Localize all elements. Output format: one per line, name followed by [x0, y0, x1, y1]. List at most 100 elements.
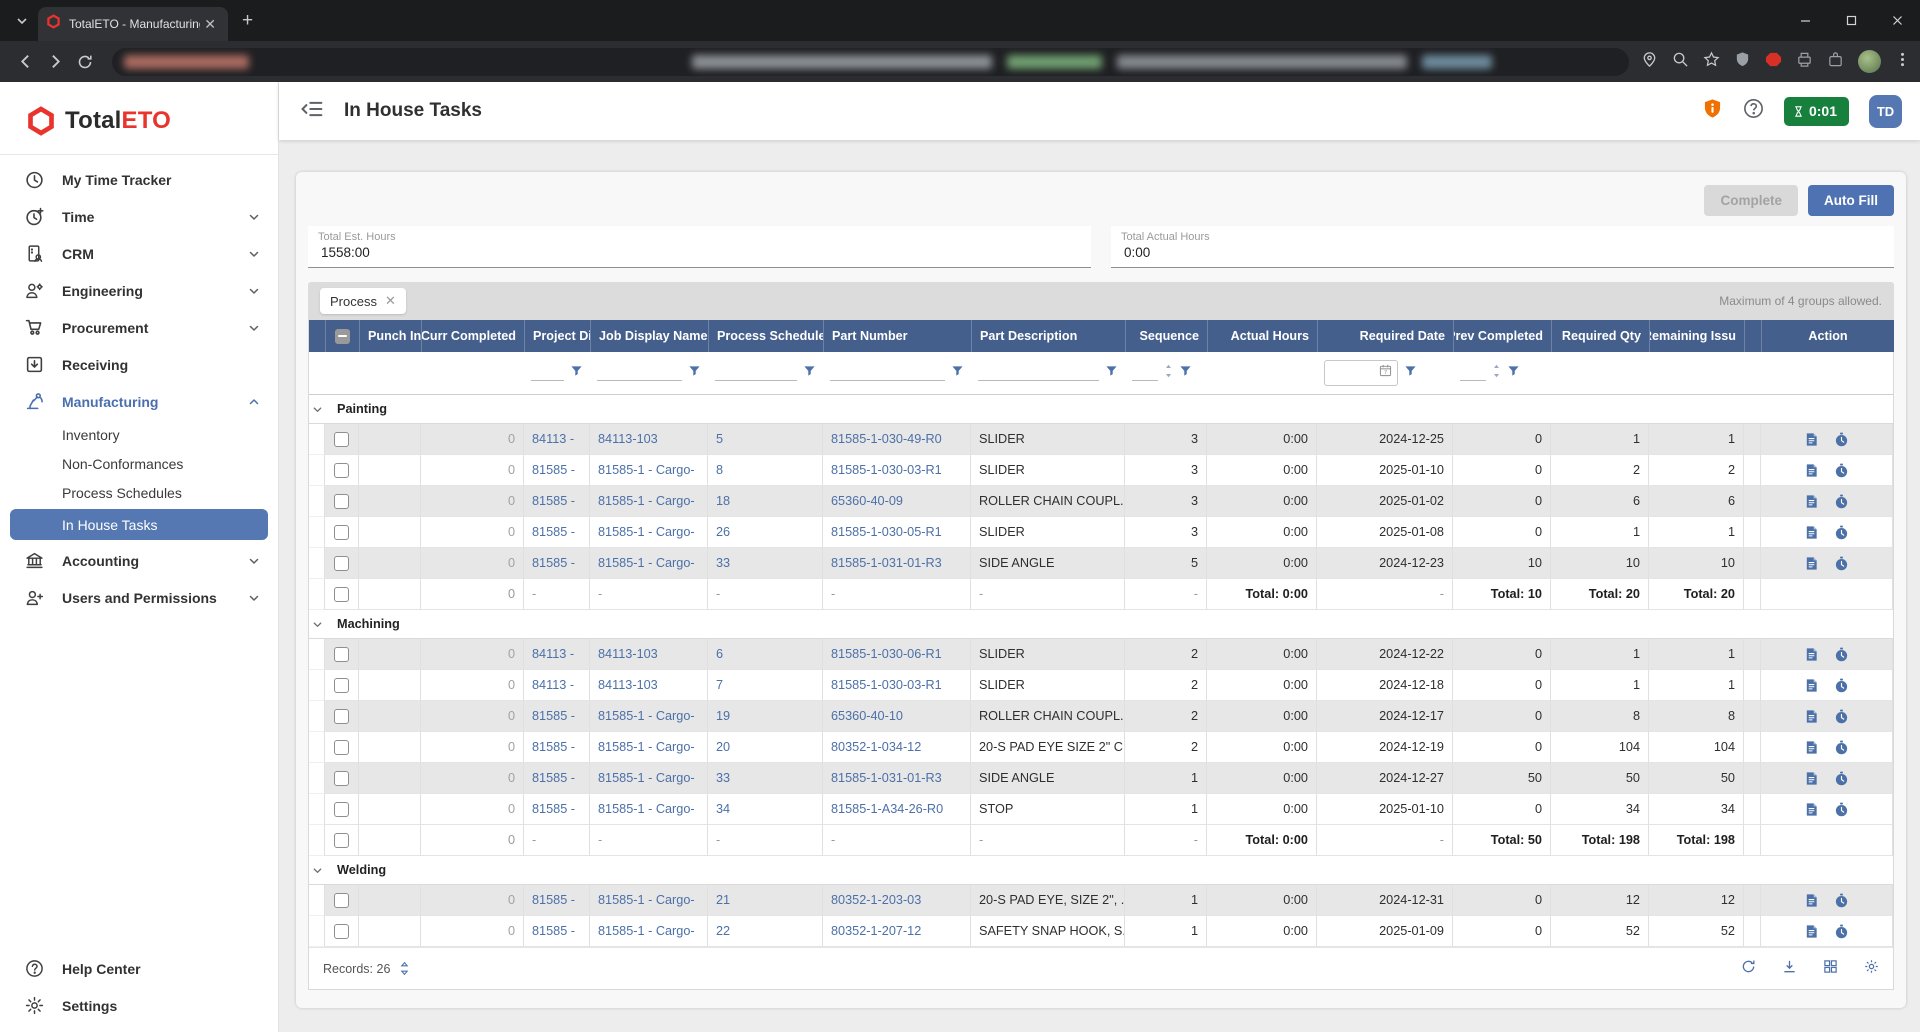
row-checkbox[interactable]: [334, 556, 349, 571]
cell-value[interactable]: 22: [716, 924, 730, 938]
filter-cell-sequence[interactable]: [1125, 352, 1207, 394]
cell-value[interactable]: 33: [716, 771, 730, 785]
group-header-machining[interactable]: Machining: [309, 610, 1893, 639]
collapse-group-icon[interactable]: [309, 404, 325, 415]
filter-cell-part_description[interactable]: [971, 352, 1125, 394]
row-checkbox[interactable]: [334, 893, 349, 908]
window-maximize-icon[interactable]: [1828, 0, 1874, 41]
sidebar-item-inventory[interactable]: Inventory: [0, 420, 278, 449]
records-page-size-control[interactable]: [400, 961, 409, 976]
row-checkbox[interactable]: [334, 463, 349, 478]
cell-value[interactable]: 81585-1 - Cargo-: [598, 556, 695, 570]
punch-clock-icon[interactable]: [1834, 771, 1849, 786]
group-header-welding[interactable]: Welding: [309, 856, 1893, 885]
sidebar-item-my-time-tracker[interactable]: My Time Tracker: [0, 161, 278, 198]
cell-value[interactable]: 19: [716, 709, 730, 723]
column-header-sequence[interactable]: Sequence: [1126, 320, 1208, 352]
alert-shield-icon[interactable]: [1702, 98, 1723, 124]
user-avatar[interactable]: TD: [1869, 95, 1902, 128]
task-report-icon[interactable]: [1804, 924, 1819, 939]
total-est-hours-field[interactable]: Total Est. Hours 1558:00: [308, 226, 1091, 268]
auto-fill-button[interactable]: Auto Fill: [1808, 185, 1894, 216]
select-all-checkbox[interactable]: [335, 329, 350, 344]
cell-value[interactable]: 81585-1 - Cargo-: [598, 740, 695, 754]
cell-value[interactable]: 81585 -: [532, 771, 575, 785]
total-actual-hours-field[interactable]: Total Actual Hours 0:00: [1111, 226, 1894, 268]
remove-group-icon[interactable]: ✕: [385, 293, 396, 309]
column-header-schedule[interactable]: Process Schedule: [709, 320, 824, 352]
filter-funnel-icon[interactable]: [688, 364, 701, 382]
zoom-icon[interactable]: [1672, 51, 1689, 73]
punch-clock-icon[interactable]: [1834, 556, 1849, 571]
column-header-remaining_issue[interactable]: Remaining Issu: [1650, 320, 1745, 352]
browser-menu-icon[interactable]: [1895, 52, 1910, 72]
cell-value[interactable]: 81585-1 - Cargo-: [598, 525, 695, 539]
cell-value[interactable]: 81585-1 - Cargo-: [598, 893, 695, 907]
column-header-checkbox[interactable]: [326, 320, 360, 352]
column-header-project[interactable]: Project Di: [525, 320, 591, 352]
filter-input[interactable]: [830, 365, 945, 381]
cell-value[interactable]: 84113-103: [598, 678, 658, 692]
cell-value[interactable]: 81585-1-030-06-R1: [831, 647, 942, 661]
cell-value[interactable]: 81585-1 - Cargo-: [598, 771, 695, 785]
sidebar-item-process-schedules[interactable]: Process Schedules: [0, 478, 278, 507]
extension-icon[interactable]: [1827, 51, 1844, 73]
filter-input[interactable]: [715, 365, 797, 381]
column-header-actual_hours[interactable]: Actual Hours: [1208, 320, 1318, 352]
filter-funnel-icon[interactable]: [1507, 364, 1520, 382]
time-tracker-button[interactable]: 0:01: [1784, 97, 1849, 126]
task-report-icon[interactable]: [1804, 463, 1819, 478]
row-checkbox[interactable]: [334, 525, 349, 540]
download-icon[interactable]: [1782, 959, 1797, 979]
date-filter-input[interactable]: 7: [1324, 360, 1398, 386]
row-checkbox[interactable]: [334, 587, 349, 602]
cell-value[interactable]: 81585-1 - Cargo-: [598, 709, 695, 723]
filter-funnel-icon[interactable]: [570, 364, 583, 382]
row-checkbox[interactable]: [334, 647, 349, 662]
cell-value[interactable]: 84113-103: [598, 647, 658, 661]
cell-value[interactable]: 81585 -: [532, 802, 575, 816]
filter-funnel-icon[interactable]: [803, 364, 816, 382]
filter-funnel-icon[interactable]: [1404, 364, 1417, 382]
sidebar-item-receiving[interactable]: Receiving: [0, 346, 278, 383]
cell-value[interactable]: 81585 -: [532, 709, 575, 723]
sidebar-item-crm[interactable]: CRM: [0, 235, 278, 272]
task-report-icon[interactable]: [1804, 525, 1819, 540]
cell-value[interactable]: 20: [716, 740, 730, 754]
cell-value[interactable]: 81585-1 - Cargo-: [598, 494, 695, 508]
filter-funnel-icon[interactable]: [951, 364, 964, 382]
sidebar-item-procurement[interactable]: Procurement: [0, 309, 278, 346]
cell-value[interactable]: 81585 -: [532, 740, 575, 754]
column-header-prev_completed[interactable]: Prev Completed: [1454, 320, 1552, 352]
collapse-group-icon[interactable]: [309, 619, 325, 630]
row-checkbox[interactable]: [334, 432, 349, 447]
cell-value[interactable]: 81585 -: [532, 494, 575, 508]
filter-funnel-icon[interactable]: [1105, 364, 1118, 382]
task-report-icon[interactable]: [1804, 771, 1819, 786]
task-report-icon[interactable]: [1804, 494, 1819, 509]
cell-value[interactable]: 81585-1-030-03-R1: [831, 463, 942, 477]
url-bar[interactable]: [112, 48, 1629, 76]
task-report-icon[interactable]: [1804, 647, 1819, 662]
refresh-icon[interactable]: [1741, 959, 1756, 979]
new-tab-button[interactable]: +: [242, 10, 253, 32]
reload-icon[interactable]: [70, 47, 100, 77]
row-checkbox[interactable]: [334, 771, 349, 786]
punch-clock-icon[interactable]: [1834, 924, 1849, 939]
cell-value[interactable]: 33: [716, 556, 730, 570]
cell-value[interactable]: 5: [716, 432, 723, 446]
punch-clock-icon[interactable]: [1834, 525, 1849, 540]
filter-cell-job[interactable]: [590, 352, 708, 394]
cell-value[interactable]: 21: [716, 893, 730, 907]
row-checkbox[interactable]: [334, 924, 349, 939]
punch-clock-icon[interactable]: [1834, 463, 1849, 478]
filter-input[interactable]: [1132, 365, 1158, 381]
task-report-icon[interactable]: [1804, 556, 1819, 571]
filter-cell-project[interactable]: [524, 352, 590, 394]
task-report-icon[interactable]: [1804, 802, 1819, 817]
task-report-icon[interactable]: [1804, 709, 1819, 724]
sidebar-item-settings[interactable]: Settings: [0, 987, 278, 1024]
column-header-part_number[interactable]: Part Number: [824, 320, 972, 352]
cell-value[interactable]: 80352-1-207-12: [831, 924, 921, 938]
cell-value[interactable]: 81585-1-030-03-R1: [831, 678, 942, 692]
